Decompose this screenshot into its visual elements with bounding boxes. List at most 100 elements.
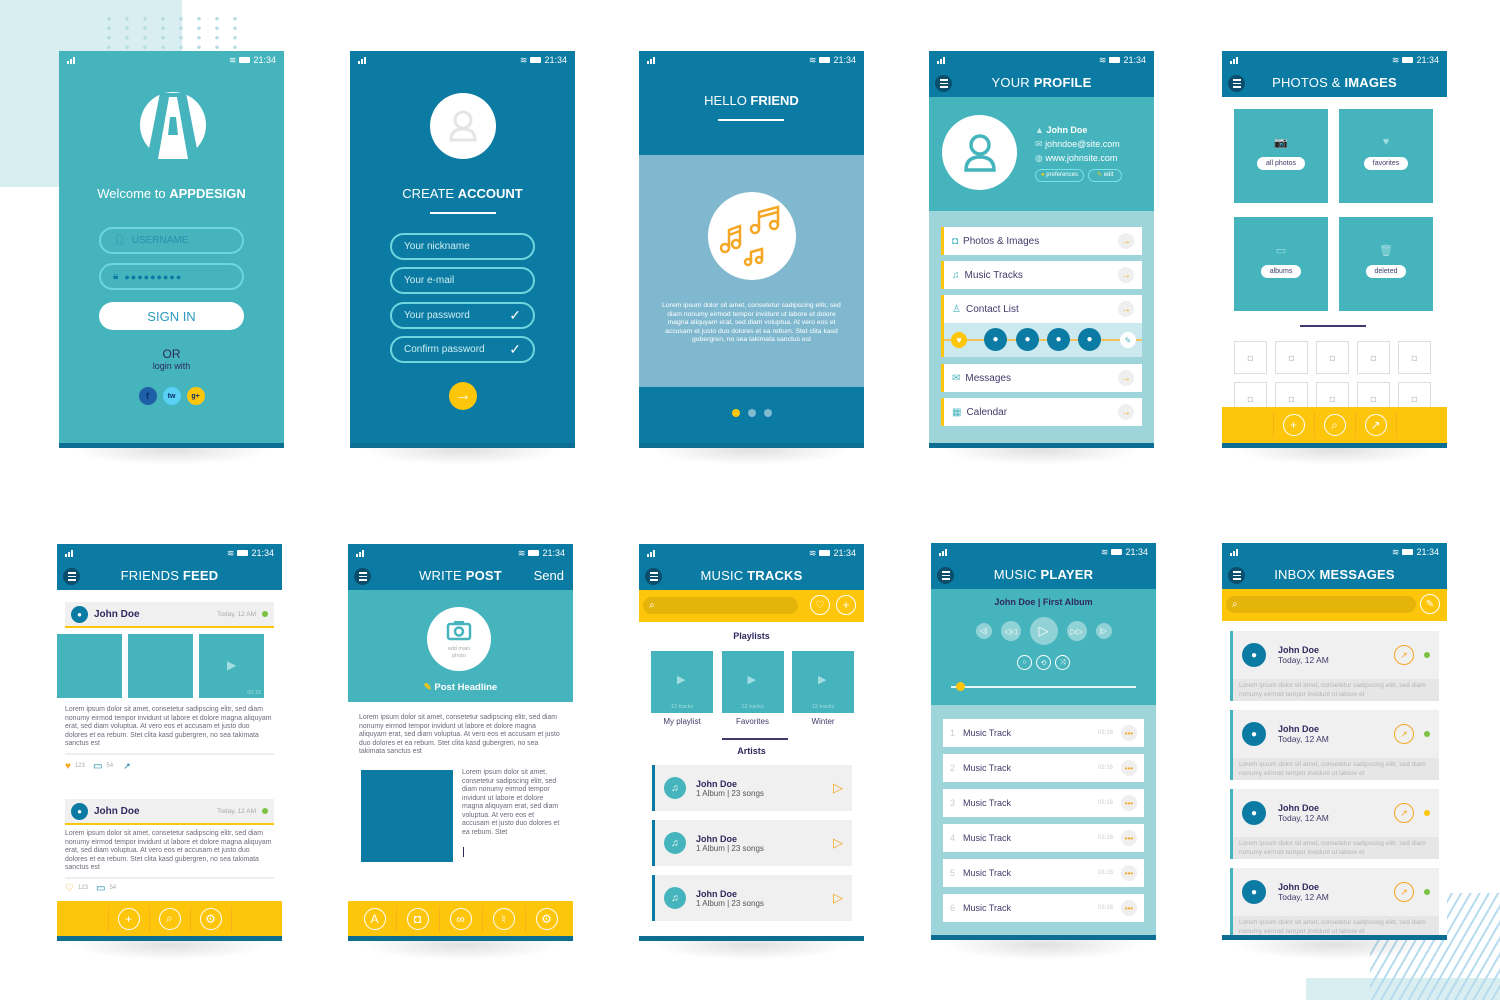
shuffle-icon[interactable]: ⤨: [1055, 655, 1070, 670]
send-button[interactable]: Send: [534, 568, 564, 583]
post-side-text[interactable]: Lorem ipsum dolor sit amet, consetetur s…: [462, 769, 563, 837]
sign-in-button[interactable]: SIGN IN: [99, 302, 244, 330]
page-dot[interactable]: [747, 409, 756, 417]
preferences-button[interactable]: ● preferences: [1035, 169, 1084, 182]
message-item[interactable]: ● John Doe Today, 12 AM ↗ Lorem ipsum dolor …: [1230, 710, 1439, 780]
edit-contacts-button[interactable]: ✎: [1120, 332, 1136, 348]
photo-category-tile[interactable]: ▭ albums: [1234, 217, 1328, 311]
profile-website[interactable]: www.johnsite.com: [1045, 153, 1117, 163]
more-options-icon[interactable]: •••: [1121, 760, 1137, 776]
font-icon[interactable]: A: [363, 907, 386, 930]
menu-item-photos[interactable]: ◘ Photos & Images →: [941, 227, 1142, 255]
photo-thumbnail[interactable]: ◘: [1398, 341, 1431, 374]
playlist-card[interactable]: ▶ 12 tracks Favorites: [721, 651, 784, 726]
avatar-placeholder[interactable]: [430, 93, 496, 159]
gear-icon[interactable]: ⚙: [199, 907, 222, 930]
more-options-icon[interactable]: •••: [1121, 865, 1137, 881]
more-options-icon[interactable]: •••: [1121, 900, 1137, 916]
avatar[interactable]: ●: [1242, 880, 1266, 904]
track-row[interactable]: 4 Music Track 03:16 •••: [943, 824, 1144, 852]
contact-avatar[interactable]: ●: [1078, 328, 1101, 351]
progress-knob[interactable]: [956, 682, 966, 691]
play-icon[interactable]: ▷: [833, 780, 843, 796]
add-button[interactable]: +: [836, 595, 856, 615]
message-item[interactable]: ● John Doe Today, 12 AM ↗ Lorem ipsum dolor …: [1230, 631, 1439, 701]
microphone-icon[interactable]: ♮: [492, 907, 515, 930]
avatar[interactable]: ●: [1242, 722, 1266, 746]
reply-icon[interactable]: ↗: [1394, 882, 1414, 902]
progress-slider[interactable]: [951, 682, 1136, 691]
facebook-icon[interactable]: f: [138, 387, 157, 405]
photo-thumbnail[interactable]: ◘: [1234, 341, 1267, 374]
more-options-icon[interactable]: •••: [1121, 795, 1137, 811]
track-row[interactable]: 6 Music Track 03:16 •••: [943, 894, 1144, 922]
comment-icon[interactable]: ▭: [96, 883, 105, 894]
menu-item-contacts[interactable]: ♙ Contact List →: [941, 295, 1142, 323]
twitter-icon[interactable]: tw: [162, 387, 181, 405]
next-button[interactable]: →: [449, 382, 477, 410]
menu-item-music[interactable]: ♫ Music Tracks →: [941, 261, 1142, 289]
avatar[interactable]: ●: [1242, 643, 1266, 667]
contact-avatar[interactable]: ●: [984, 328, 1007, 351]
media-thumbnail[interactable]: [128, 634, 193, 698]
message-item[interactable]: ● John Doe Today, 12 AM ↗ Lorem ipsum dolor …: [1230, 789, 1439, 859]
track-row[interactable]: 2 Music Track 03:16 •••: [943, 754, 1144, 782]
rewind-icon[interactable]: ◁◁: [1000, 621, 1021, 641]
favorites-button[interactable]: ♡: [810, 595, 830, 615]
compose-button[interactable]: ✎: [1420, 594, 1440, 614]
message-item[interactable]: ● John Doe Today, 12 AM ↗ Lorem ipsum dolor …: [1230, 868, 1439, 938]
post-body-input[interactable]: Lorem ipsum dolor sit amet, consetetur s…: [359, 714, 562, 757]
avatar[interactable]: [942, 115, 1017, 190]
avatar[interactable]: ●: [71, 605, 88, 623]
edit-button[interactable]: ✎ edit: [1087, 169, 1123, 182]
profile-email[interactable]: johndoe@site.com: [1045, 139, 1120, 149]
skip-next-icon[interactable]: |▷: [1095, 623, 1112, 639]
contact-avatar[interactable]: ●: [1016, 328, 1039, 351]
artist-row[interactable]: ♫ John Doe 1 Album | 23 songs ▷: [652, 765, 852, 811]
google-plus-icon[interactable]: g+: [186, 387, 205, 405]
menu-item-messages[interactable]: ✉ Messages →: [941, 364, 1142, 392]
media-thumbnail[interactable]: [57, 634, 122, 698]
reply-icon[interactable]: ↗: [1394, 645, 1414, 665]
fast-forward-icon[interactable]: ▷▷: [1066, 621, 1087, 641]
track-row[interactable]: 5 Music Track 03:16 •••: [943, 859, 1144, 887]
play-icon[interactable]: ▷: [833, 890, 843, 906]
playlist-card[interactable]: ▶ 12 tracks Winter: [792, 651, 854, 726]
skip-previous-icon[interactable]: ◁|: [975, 623, 992, 639]
reply-icon[interactable]: ↗: [1394, 724, 1414, 744]
track-row[interactable]: 3 Music Track 03:16 •••: [943, 789, 1144, 817]
more-options-icon[interactable]: •••: [1121, 725, 1137, 741]
comment-icon[interactable]: ▭: [93, 761, 102, 772]
more-options-icon[interactable]: •••: [1121, 830, 1137, 846]
photo-thumbnail[interactable]: ◘: [1275, 341, 1308, 374]
search-icon[interactable]: ⌕: [158, 907, 181, 930]
heart-icon[interactable]: ♡: [65, 883, 74, 894]
track-row[interactable]: 1 Music Track 03:16 •••: [943, 719, 1144, 747]
video-thumbnail[interactable]: ▶ 00:15: [199, 634, 264, 698]
nickname-field[interactable]: Your nickname: [390, 233, 535, 260]
link-icon[interactable]: ∞: [449, 907, 472, 930]
plus-icon[interactable]: +: [117, 907, 140, 930]
photo-thumbnail[interactable]: ◘: [1316, 341, 1349, 374]
photo-thumbnail[interactable]: ◘: [1357, 341, 1390, 374]
artist-row[interactable]: ♫ John Doe 1 Album | 23 songs ▷: [652, 820, 852, 866]
gear-icon[interactable]: ⚙: [535, 907, 558, 930]
play-icon[interactable]: ▷: [1029, 617, 1058, 645]
password-field[interactable]: 🔒︎ ●●●●●●●●●: [99, 263, 244, 290]
page-dot[interactable]: [763, 409, 772, 417]
camera-icon[interactable]: ◘: [406, 907, 429, 930]
avatar[interactable]: ●: [71, 802, 88, 820]
post-author[interactable]: John Doe: [94, 609, 140, 620]
post-author[interactable]: John Doe: [94, 806, 140, 817]
search-input[interactable]: ⌕: [643, 597, 798, 614]
menu-item-calendar[interactable]: ▦ Calendar →: [941, 398, 1142, 426]
add-photo-button[interactable]: add main photo: [427, 607, 491, 671]
artist-row[interactable]: ♫ John Doe 1 Album | 23 songs ▷: [652, 875, 852, 921]
repeat-icon[interactable]: ⟲: [1036, 655, 1051, 670]
password-field[interactable]: Your password ✓: [390, 302, 535, 329]
favorite-contacts-button[interactable]: ♥: [951, 332, 967, 348]
inline-image[interactable]: [361, 770, 453, 862]
heart-icon[interactable]: ♥: [65, 761, 71, 772]
page-dot-active[interactable]: [731, 409, 740, 417]
share-icon[interactable]: ↗: [1364, 414, 1387, 436]
